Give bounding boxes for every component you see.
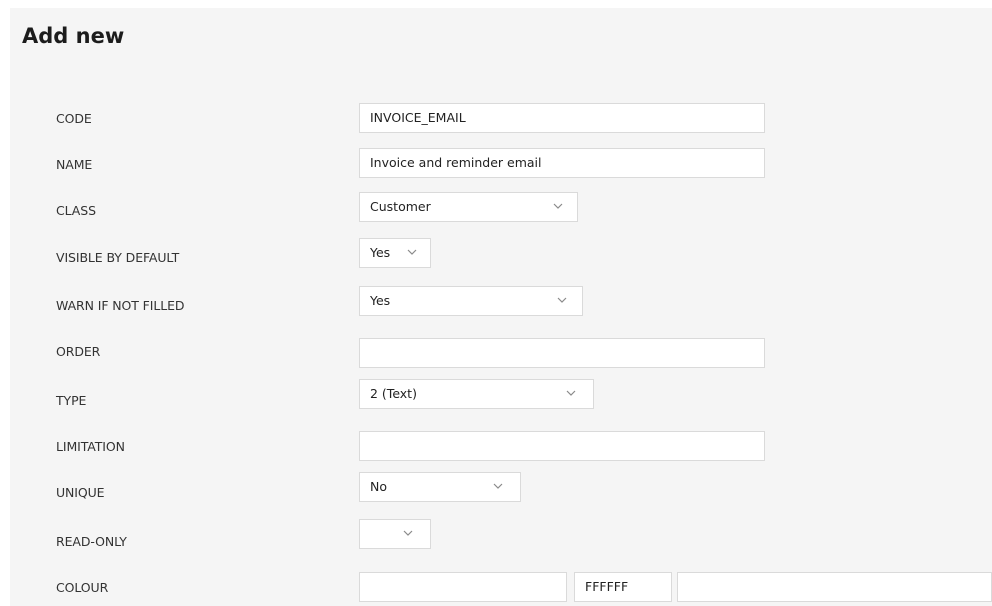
warn-if-not-filled-label: WARN IF NOT FILLED <box>56 298 185 313</box>
code-label: CODE <box>56 111 92 126</box>
chevron-down-icon <box>407 249 417 255</box>
class-select[interactable]: Customer <box>359 192 578 222</box>
read-only-select[interactable] <box>359 519 431 549</box>
type-select[interactable]: 2 (Text) <box>359 379 594 409</box>
colour-label: COLOUR <box>56 580 109 595</box>
warn-if-not-filled-select[interactable]: Yes <box>359 286 583 316</box>
order-label: ORDER <box>56 344 101 359</box>
colour-extra-input[interactable] <box>677 572 992 602</box>
page-title: Add new <box>22 24 125 48</box>
chevron-down-icon <box>493 483 503 489</box>
name-input[interactable]: Invoice and reminder email <box>359 148 765 178</box>
type-select-value: 2 (Text) <box>370 386 417 401</box>
class-select-value: Customer <box>370 199 431 214</box>
visible-by-default-select[interactable]: Yes <box>359 238 431 268</box>
limitation-input[interactable] <box>359 431 765 461</box>
visible-by-default-label: VISIBLE BY DEFAULT <box>56 250 180 265</box>
class-label: CLASS <box>56 203 96 218</box>
chevron-down-icon <box>403 530 413 536</box>
colour-input[interactable] <box>359 572 567 602</box>
chevron-down-icon <box>557 297 567 303</box>
name-label: NAME <box>56 157 93 172</box>
visible-by-default-value: Yes <box>370 245 391 260</box>
read-only-label: READ-ONLY <box>56 534 127 549</box>
warn-if-not-filled-value: Yes <box>370 293 391 308</box>
chevron-down-icon <box>566 390 576 396</box>
chevron-down-icon <box>553 203 563 209</box>
colour-hex-input[interactable]: FFFFFF <box>574 572 672 602</box>
code-input[interactable]: INVOICE_EMAIL <box>359 103 765 133</box>
limitation-label: LIMITATION <box>56 439 125 454</box>
unique-label: UNIQUE <box>56 485 105 500</box>
type-label: TYPE <box>56 393 87 408</box>
unique-select[interactable]: No <box>359 472 521 502</box>
order-input[interactable] <box>359 338 765 368</box>
unique-select-value: No <box>370 479 387 494</box>
